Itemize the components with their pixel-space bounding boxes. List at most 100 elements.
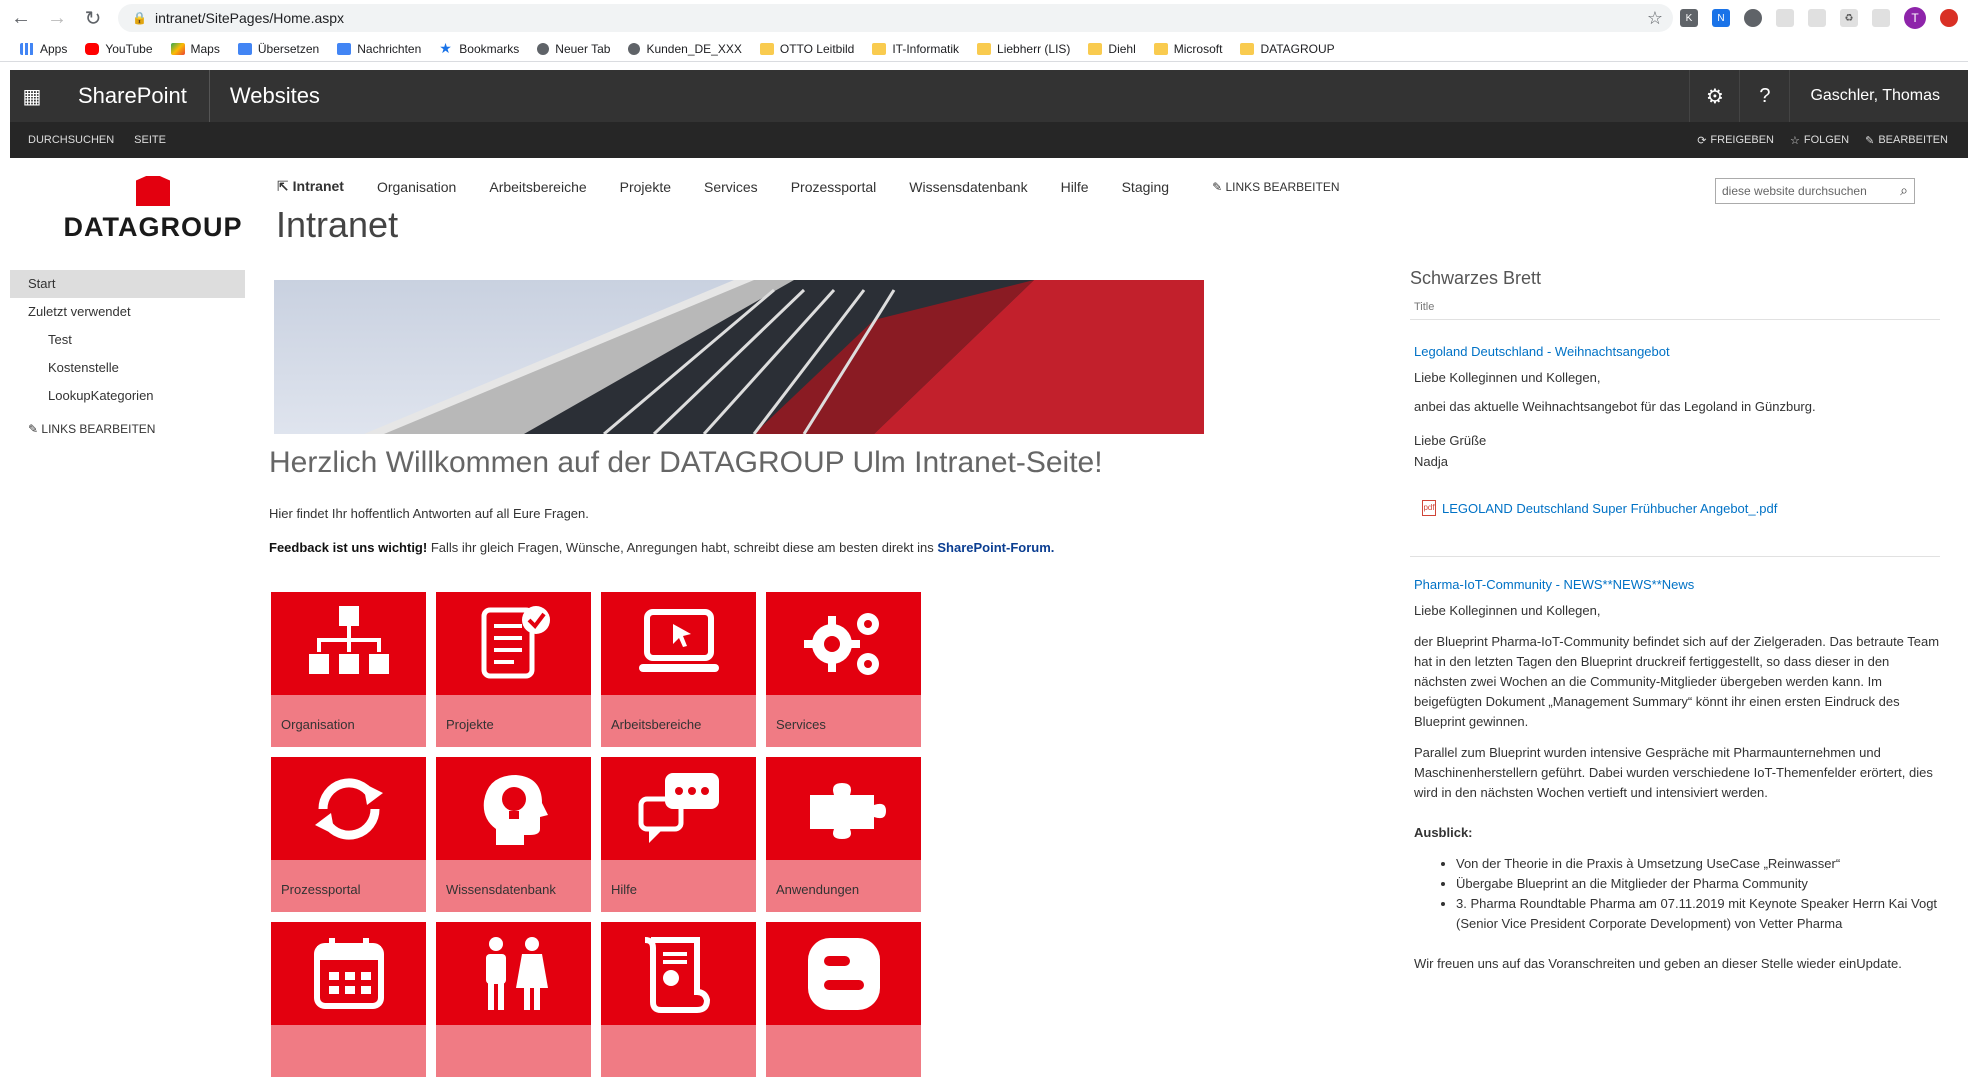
extension-box-icon[interactable]	[1872, 9, 1890, 27]
pencil-icon: ✎	[1212, 179, 1223, 194]
tile-prozessportal[interactable]: Prozessportal	[271, 757, 426, 912]
extension-red-icon[interactable]	[1940, 9, 1958, 27]
extension-new-icon[interactable]: N	[1712, 9, 1730, 27]
edit-button[interactable]: ✎ BEARBEITEN	[1865, 134, 1948, 147]
extension-recycle-icon[interactable]: ♻	[1840, 9, 1858, 27]
bookmark-maps[interactable]: Maps	[170, 42, 220, 56]
tile-calendar[interactable]	[271, 922, 426, 1077]
bookmark-otto[interactable]: OTTO Leitbild	[759, 42, 854, 56]
pencil-icon: ✎	[1865, 134, 1875, 147]
extension-k-icon[interactable]: K	[1680, 9, 1698, 27]
extension-blank-icon[interactable]	[1776, 9, 1794, 27]
folder-icon	[1240, 42, 1255, 55]
news-title-link[interactable]: Pharma-IoT-Community - NEWS**NEWS**News	[1414, 577, 1940, 592]
back-icon[interactable]: ←	[6, 3, 36, 33]
search-icon[interactable]: ⌕	[1900, 182, 1908, 199]
address-bar[interactable]: 🔒 intranet/SitePages/Home.aspx ☆	[118, 4, 1673, 32]
bookmark-apps[interactable]: Apps	[20, 42, 67, 56]
edit-links-top[interactable]: ✎ LINKS BEARBEITEN	[1212, 180, 1339, 194]
bookmark-news[interactable]: Nachrichten	[337, 42, 421, 56]
tile-wissensdatenbank[interactable]: Wissensdatenbank	[436, 757, 591, 912]
apps-icon	[20, 42, 34, 55]
nav-staging[interactable]: Staging	[1122, 179, 1169, 195]
help-icon[interactable]: ?	[1739, 70, 1789, 122]
ql-start[interactable]: Start	[10, 270, 245, 298]
forum-link[interactable]: SharePoint-Forum.	[937, 540, 1054, 555]
news-text: Wir freuen uns auf das Voranschreiten un…	[1414, 956, 1902, 971]
bookmark-youtube[interactable]: YouTube	[85, 42, 153, 56]
site-search-input[interactable]: diese website durchsuchen ⌕	[1715, 178, 1915, 204]
extension-clock-icon[interactable]	[1808, 9, 1826, 27]
url-text: intranet/SitePages/Home.aspx	[154, 10, 345, 26]
nav-projekte[interactable]: Projekte	[620, 179, 671, 195]
settings-gear-icon[interactable]: ⚙	[1689, 70, 1739, 122]
tab-page[interactable]: SEITE	[126, 134, 178, 146]
tile-services[interactable]: Services	[766, 592, 921, 747]
extension-circle-icon[interactable]	[1744, 9, 1762, 27]
bookmark-liebherr[interactable]: Liebherr (LIS)	[977, 42, 1070, 56]
blogger-icon	[807, 937, 880, 1010]
nav-services[interactable]: Services	[704, 179, 758, 195]
bookmark-it[interactable]: IT-Informatik	[872, 42, 959, 56]
pdf-attachment-link[interactable]: pdf LEGOLAND Deutschland Super Frühbucher…	[1422, 500, 1940, 516]
nav-organisation[interactable]: Organisation	[377, 179, 456, 195]
forward-icon[interactable]: →	[42, 3, 72, 33]
bookmark-diehl[interactable]: Diehl	[1088, 42, 1136, 56]
edit-links-left[interactable]: ✎ LINKS BEARBEITEN	[10, 422, 245, 436]
news-divider	[1410, 556, 1940, 557]
nav-wissensdatenbank[interactable]: Wissensdatenbank	[909, 179, 1027, 195]
ql-kostenstelle[interactable]: Kostenstelle	[10, 354, 245, 382]
ql-lookupkategorien[interactable]: LookupKategorien	[10, 382, 245, 410]
list-item: 3. Pharma Roundtable Pharma am 07.11.201…	[1456, 894, 1940, 934]
checklist-icon	[481, 605, 550, 678]
tab-browse[interactable]: DURCHSUCHEN	[10, 134, 126, 146]
ql-recent[interactable]: Zuletzt verwendet	[10, 298, 245, 326]
quick-launch: Start Zuletzt verwendet Test Kostenstell…	[10, 270, 245, 436]
news-item-legoland: Legoland Deutschland - Weihnachtsangebot…	[1410, 344, 1940, 516]
tile-anwendungen[interactable]: Anwendungen	[766, 757, 921, 912]
tile-certificate[interactable]	[601, 922, 756, 1077]
news-title-link[interactable]: Legoland Deutschland - Weihnachtsangebot	[1414, 344, 1940, 359]
star-icon: ☆	[1789, 134, 1800, 147]
app-launcher-icon[interactable]: ▦	[10, 70, 54, 122]
bookmark-microsoft[interactable]: Microsoft	[1153, 42, 1222, 56]
bookmark-new-tab[interactable]: Neuer Tab	[537, 42, 610, 56]
star-icon: ★	[439, 39, 452, 56]
org-chart-icon	[308, 605, 389, 674]
tile-blog[interactable]	[766, 922, 921, 1077]
folder-icon	[872, 42, 887, 55]
pencil-icon: ✎	[28, 422, 39, 436]
sharepoint-brand[interactable]: SharePoint	[54, 70, 210, 122]
site-logo[interactable]: DATAGROUP	[63, 176, 243, 243]
tile-organisation[interactable]: Organisation	[271, 592, 426, 747]
profile-avatar[interactable]: T	[1904, 7, 1926, 29]
tile-projekte[interactable]: Projekte	[436, 592, 591, 747]
nav-hilfe[interactable]: Hilfe	[1061, 179, 1089, 195]
globe-icon	[537, 42, 550, 55]
ql-test[interactable]: Test	[10, 326, 245, 354]
column-header-title[interactable]: Title	[1410, 301, 1940, 320]
external-link-icon: ⇱	[277, 178, 289, 194]
follow-button[interactable]: ☆ FOLGEN	[1790, 134, 1849, 147]
bookmarks-bar: Apps YouTube Maps Übersetzen Nachrichten…	[0, 36, 1968, 62]
bookmark-datagroup[interactable]: DATAGROUP	[1240, 42, 1335, 56]
user-menu[interactable]: Gaschler, Thomas	[1789, 70, 1968, 122]
sites-link[interactable]: Websites	[210, 83, 320, 109]
folder-icon	[1088, 42, 1103, 55]
nav-arbeitsbereiche[interactable]: Arbeitsbereiche	[489, 179, 586, 195]
tile-hilfe[interactable]: Hilfe	[601, 757, 756, 912]
bookmark-kunden[interactable]: Kunden_DE_XXX	[628, 42, 742, 56]
reload-icon[interactable]: ↻	[78, 3, 108, 33]
bookmark-star-icon[interactable]: ☆	[1647, 8, 1663, 29]
tile-arbeitsbereiche[interactable]: Arbeitsbereiche	[601, 592, 756, 747]
bookmark-bookmarks[interactable]: ★ Bookmarks	[439, 39, 519, 56]
bookmark-translate[interactable]: Übersetzen	[237, 42, 319, 56]
intro-text: Hier findet Ihr hoffentlich Antworten au…	[269, 506, 589, 521]
nav-intranet[interactable]: ⇱ Intranet	[277, 178, 344, 195]
tile-people[interactable]	[436, 922, 591, 1077]
chat-bubbles-icon	[638, 772, 719, 843]
welcome-heading: Herzlich Willkommen auf der DATAGROUP Ul…	[269, 446, 1103, 479]
datagroup-logo-icon	[136, 176, 170, 206]
share-button[interactable]: ⟳ FREIGEBEN	[1697, 134, 1774, 147]
nav-prozessportal[interactable]: Prozessportal	[791, 179, 877, 195]
